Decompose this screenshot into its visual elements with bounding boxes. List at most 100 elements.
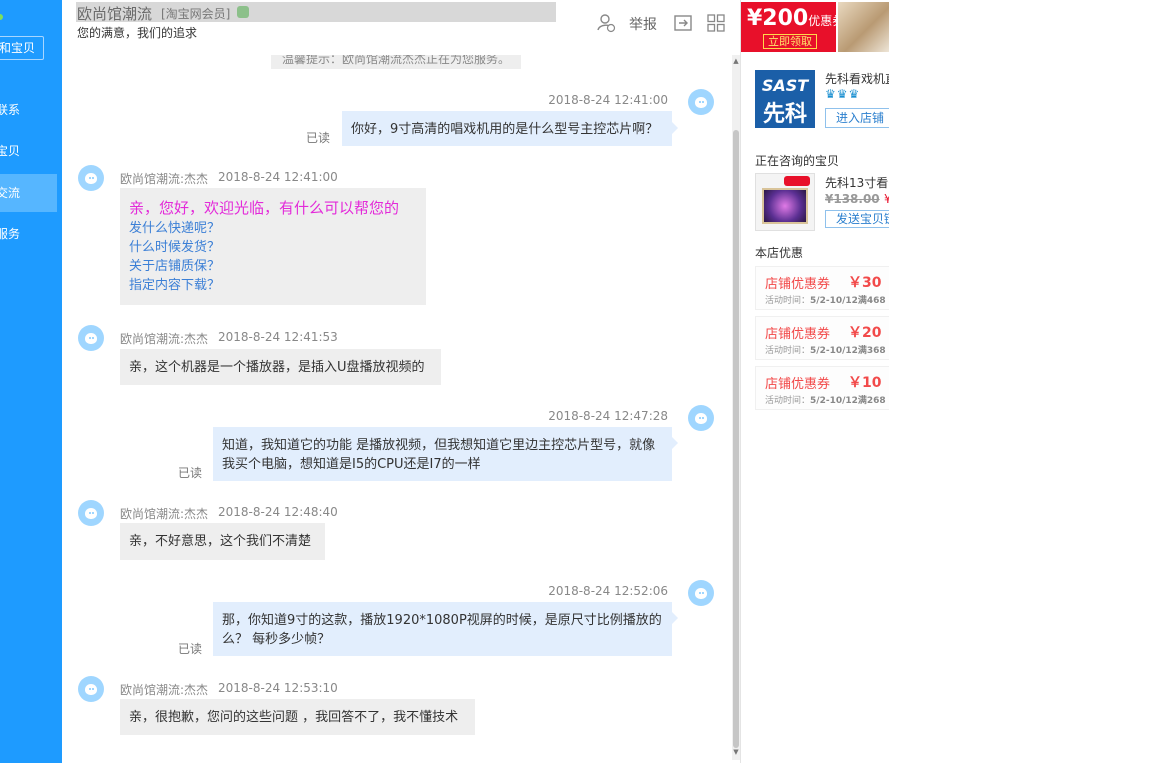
left-sidebar: 和宝贝 联系 宝贝 交流 服务: [0, 0, 62, 763]
message-bubble-right: 你好，9寸高清的唱戏机用的是什么型号主控芯片啊？: [342, 111, 672, 146]
sidebar-item-4[interactable]: 服务: [0, 215, 57, 253]
sidebar-item-label: 交流: [0, 186, 21, 200]
product-thumbnail[interactable]: [755, 173, 815, 231]
message-bubble-left: 亲，您好，欢迎光临，有什么可以帮您的 发什么快递呢？ 什么时候发货？ 关于店铺质…: [120, 188, 426, 305]
seller-avatar-icon: [78, 676, 104, 702]
report-button[interactable]: 举报: [629, 14, 657, 34]
greeting-text: 亲，您好，欢迎光临，有什么可以帮您的: [129, 199, 400, 217]
product-name[interactable]: 先科13寸看: [825, 174, 888, 191]
sidebar-item-label: 联系: [0, 103, 21, 117]
product-original-price: ¥138.00: [825, 192, 880, 206]
faq-link[interactable]: 发什么快递呢？: [129, 219, 417, 238]
message-bubble-left: 亲，很抱歉，您问的这些问题 ，我回答不了，我不懂技术: [120, 699, 475, 735]
chat-message-list: 温馨提示：欧尚馆潮流杰杰正在为您服务。 2018-8-24 12:41:00 已…: [62, 55, 732, 760]
online-status-dot: [0, 14, 3, 20]
service-notice: 温馨提示：欧尚馆潮流杰杰正在为您服务。: [271, 55, 521, 69]
my-avatar-icon: [688, 89, 714, 115]
ad-product-photo[interactable]: [838, 2, 889, 52]
chat-header: 欧尚馆潮流 [淘宝网会员] 您的满意，我们的追求 举报: [62, 0, 740, 50]
chat-scrollbar-thumb[interactable]: [733, 130, 739, 748]
faq-link[interactable]: 什么时候发货？: [129, 238, 417, 257]
message-time: 2018-8-24 12:41:53: [218, 330, 338, 344]
read-status: 已读: [178, 642, 203, 656]
coupon-time-value: 5/2-10/12满468: [810, 296, 886, 306]
crown-rating-icon: ♛♛♛: [825, 87, 861, 101]
logo-text-en: SAST: [761, 76, 809, 95]
coupon-time: 活动时间：5/2-10/12满268: [765, 393, 886, 406]
sidebar-item-2[interactable]: 宝贝: [0, 132, 57, 170]
product-screen-image: [762, 188, 808, 224]
shop-title[interactable]: 先科看戏机直: [825, 70, 889, 87]
claim-coupon-button[interactable]: 立即领取: [763, 34, 817, 49]
coupon-ad-banner[interactable]: ¥200优惠券 立即领取: [741, 2, 844, 52]
read-status: 已读: [306, 131, 331, 145]
sidebar-item-label: 服务: [0, 227, 21, 241]
coupon-amount: ￥30: [848, 275, 882, 291]
user-add-icon[interactable]: [596, 13, 616, 33]
enter-shop-button[interactable]: 进入店铺: [825, 108, 889, 128]
coupon-amount: ￥20: [848, 325, 882, 341]
grid-apps-icon[interactable]: [706, 13, 726, 33]
sender-name: 欧尚馆潮流:杰杰: [120, 507, 209, 521]
message-bubble-left: 亲，这个机器是一个播放器，是插入U盘播放视频的: [120, 349, 441, 385]
scroll-down-arrow-icon[interactable]: ▼: [732, 748, 740, 756]
message-bubble-right: 那，你知道9寸的这款，播放1920*1080P视屏的时候，是原尺寸比例播放的么？…: [213, 602, 672, 656]
sender-name: 欧尚馆潮流:杰杰: [120, 332, 209, 346]
sidebar-search-box[interactable]: 和宝贝: [0, 36, 44, 60]
my-avatar-icon: [688, 405, 714, 431]
seller-avatar-icon: [78, 165, 104, 191]
bubble-tail: [672, 612, 678, 624]
product-badge: [784, 176, 810, 186]
coupon-amount: ￥10: [848, 375, 882, 391]
coupon-card[interactable]: 店铺优惠券 ￥30 活动时间：5/2-10/12满468: [755, 266, 889, 310]
coupon-label: 店铺优惠券: [765, 377, 831, 392]
faq-link[interactable]: 关于店铺质保？: [129, 257, 417, 276]
logo-text-cn: 先科: [762, 102, 807, 127]
coupon-time-value: 5/2-10/12满368: [810, 346, 886, 356]
verified-badge-icon: [237, 6, 249, 18]
scroll-up-arrow-icon[interactable]: ▲: [732, 57, 740, 65]
coupon-time: 活动时间：5/2-10/12满368: [765, 343, 886, 356]
sidebar-item-1[interactable]: 联系: [0, 91, 57, 129]
my-avatar-icon: [688, 580, 714, 606]
message-time: 2018-8-24 12:47:28: [548, 409, 668, 423]
message-time: 2018-8-24 12:41:00: [548, 93, 668, 107]
shop-logo[interactable]: SAST 先科: [755, 70, 815, 128]
coupon-time-label: 活动时间：: [765, 346, 811, 356]
right-info-panel: ¥200优惠券 立即领取 SAST 先科 先科看戏机直 ♛♛♛ 进入店铺 正在咨…: [740, 0, 889, 763]
seller-avatar-icon: [78, 325, 104, 351]
consulting-label: 正在咨询的宝贝: [755, 154, 840, 168]
sender-name: 欧尚馆潮流:杰杰: [120, 172, 209, 186]
ad-amount-value: ¥200: [747, 6, 809, 31]
shop-slogan: 您的满意，我们的追求: [77, 26, 198, 40]
shop-name[interactable]: 欧尚馆潮流: [77, 3, 152, 24]
chat-window: 和宝贝 联系 宝贝 交流 服务 欧尚馆潮流 [淘宝网会员] 您的满意，我们的追求…: [0, 0, 1152, 763]
read-status: 已读: [178, 466, 203, 480]
shop-coupons-label: 本店优惠: [755, 246, 804, 260]
coupon-label: 店铺优惠券: [765, 277, 831, 292]
message-bubble-right: 知道，我知道它的功能 是播放视频，但我想知道它里边主控芯片型号，就像我买个电脑，…: [213, 427, 672, 481]
sidebar-item-label: 宝贝: [0, 144, 21, 158]
coupon-card[interactable]: 店铺优惠券 ￥10 活动时间：5/2-10/12满268: [755, 366, 889, 410]
send-product-link-button[interactable]: 发送宝贝链: [825, 210, 889, 228]
coupon-time-label: 活动时间：: [765, 296, 811, 306]
message-time: 2018-8-24 12:48:40: [218, 505, 338, 519]
coupon-time-label: 活动时间：: [765, 396, 811, 406]
share-icon[interactable]: [673, 13, 693, 33]
message-time: 2018-8-24 12:41:00: [218, 170, 338, 184]
bubble-tail: [672, 437, 678, 449]
ad-amount: ¥200优惠券: [747, 6, 844, 31]
sender-name: 欧尚馆潮流:杰杰: [120, 683, 209, 697]
message-time: 2018-8-24 12:52:06: [548, 584, 668, 598]
sidebar-item-3[interactable]: 交流: [0, 174, 57, 212]
member-tag: [淘宝网会员]: [161, 7, 231, 21]
coupon-card[interactable]: 店铺优惠券 ￥20 活动时间：5/2-10/12满368: [755, 316, 889, 360]
coupon-label: 店铺优惠券: [765, 327, 831, 342]
faq-link[interactable]: 指定内容下载？: [129, 276, 417, 295]
message-time: 2018-8-24 12:53:10: [218, 681, 338, 695]
bubble-tail: [672, 122, 678, 134]
coupon-time-value: 5/2-10/12满268: [810, 396, 886, 406]
seller-avatar-icon: [78, 500, 104, 526]
message-bubble-left: 亲，不好意思，这个我们不清楚: [120, 523, 325, 560]
coupon-time: 活动时间：5/2-10/12满468: [765, 293, 886, 306]
